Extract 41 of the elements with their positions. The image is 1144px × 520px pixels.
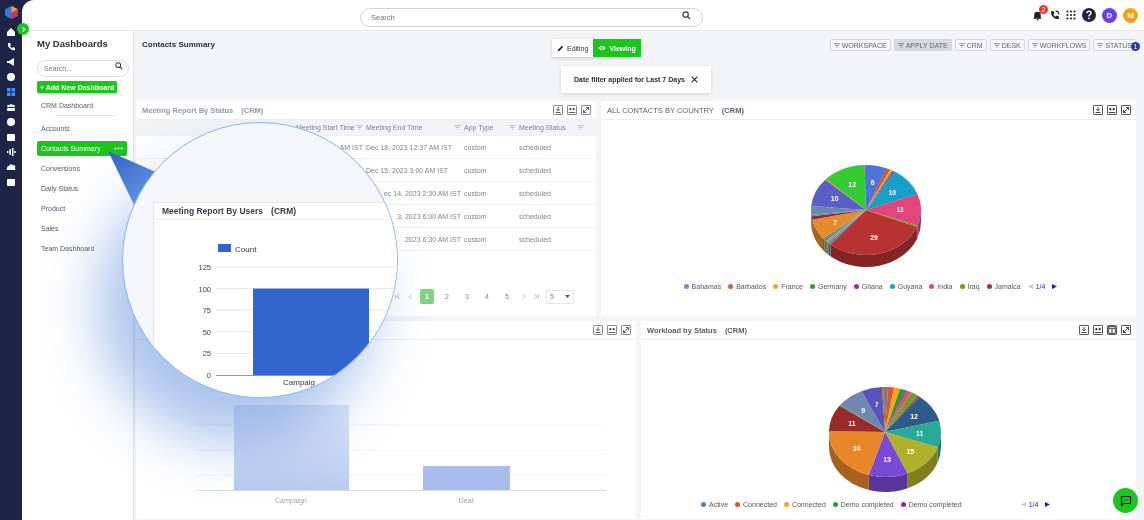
category-label: Campaig	[283, 378, 315, 387]
logo-icon	[3, 5, 19, 20]
wave-icon[interactable]	[6, 147, 16, 157]
megaphone-icon[interactable]	[6, 57, 16, 67]
download-icon[interactable]	[1079, 325, 1089, 335]
filter-icon[interactable]	[833, 42, 840, 48]
chat-icon[interactable]	[1119, 494, 1132, 507]
chart-source: (CRM)	[271, 206, 297, 216]
phone-icon[interactable]	[6, 42, 16, 52]
legend-label: Count	[235, 245, 257, 254]
chart-title: Meeting Report By Users	[162, 206, 264, 216]
next-arrow-icon[interactable]	[1045, 501, 1051, 507]
search-icon[interactable]	[115, 61, 123, 70]
download-icon[interactable]	[553, 105, 563, 115]
help-icon[interactable]	[1082, 8, 1096, 22]
expand-icon[interactable]	[621, 325, 631, 335]
filter-icon[interactable]	[958, 42, 965, 48]
sidebar-title: My Dashboards	[37, 38, 108, 49]
next-arrow-icon[interactable]	[1052, 283, 1058, 289]
table-icon[interactable]	[1107, 325, 1117, 335]
home-icon[interactable]	[6, 27, 16, 37]
grid-icon[interactable]	[6, 87, 16, 97]
phone-icon[interactable]	[1049, 9, 1060, 21]
download-icon[interactable]	[1093, 105, 1103, 115]
search-icon[interactable]	[682, 10, 691, 20]
expand-icon[interactable]	[1121, 325, 1131, 335]
cloud-icon[interactable]	[6, 162, 16, 172]
bell-icon[interactable]	[1032, 9, 1043, 21]
filter-icon[interactable]	[993, 42, 1000, 48]
caret-icon[interactable]	[565, 295, 570, 298]
user-avatar[interactable]: D	[1102, 7, 1117, 23]
expand-icon[interactable]	[1121, 105, 1131, 115]
filter-icon[interactable]	[1031, 42, 1038, 48]
page-title: Contacts Summary	[141, 39, 215, 49]
expand-icon[interactable]	[581, 105, 591, 115]
apps-icon[interactable]	[1066, 10, 1076, 20]
pencil-icon[interactable]	[557, 44, 564, 52]
filter-icon[interactable]	[897, 42, 904, 48]
download-icon[interactable]	[593, 325, 603, 335]
filter-icon[interactable]	[1097, 42, 1104, 48]
close-icon[interactable]	[690, 76, 698, 83]
